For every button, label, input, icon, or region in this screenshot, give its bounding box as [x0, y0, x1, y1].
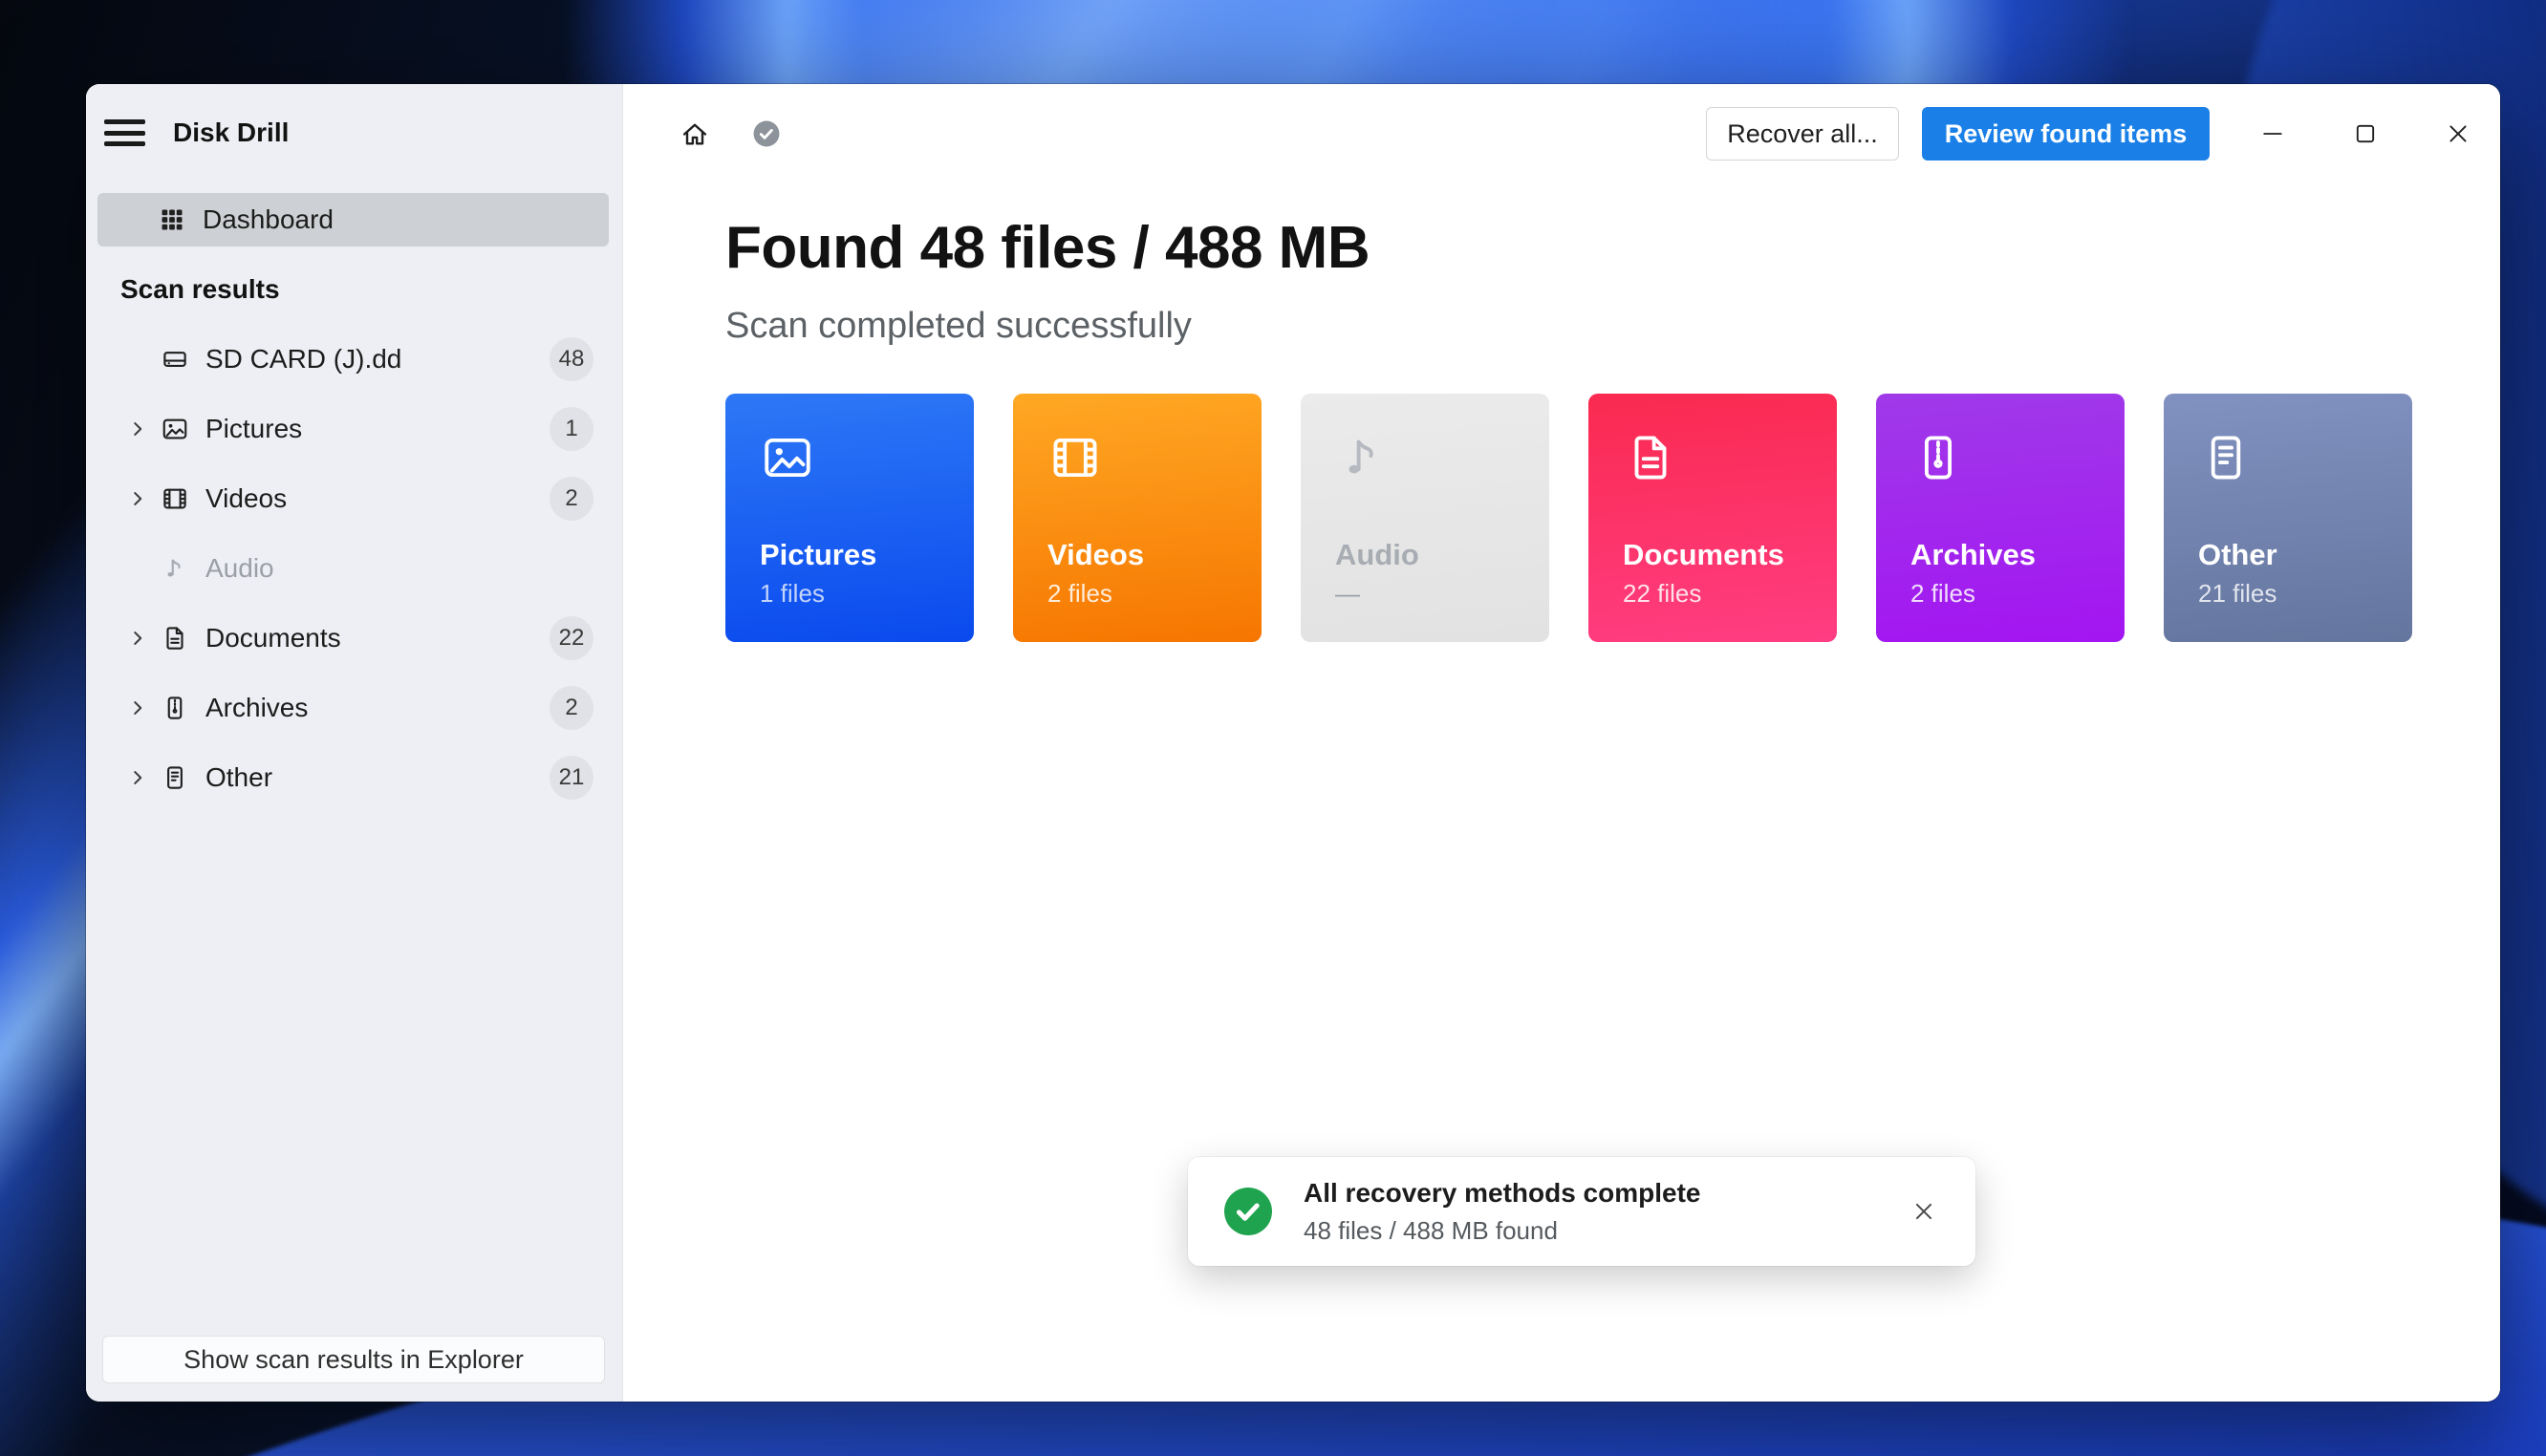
- show-in-explorer-button[interactable]: Show scan results in Explorer: [102, 1336, 605, 1383]
- card-count: 1 files: [760, 581, 939, 606]
- dashboard-grid-icon: [157, 204, 187, 235]
- sidebar-item-label: Audio: [205, 553, 274, 584]
- main-panel: Recover all... Review found items Found …: [623, 84, 2500, 1402]
- scan-results-list: SD CARD (J).dd 48 Pictures 1: [97, 330, 609, 818]
- sidebar-item-audio: Audio: [97, 539, 609, 598]
- toast-subtitle: 48 files / 488 MB found: [1304, 1216, 1700, 1246]
- disk-drill-window: Disk Drill Dashboard Scan results: [86, 84, 2500, 1402]
- documents-icon: [160, 623, 190, 653]
- card-title: Other: [2198, 539, 2378, 571]
- chevron-right-icon: [127, 767, 152, 788]
- chevron-right-icon: [127, 418, 152, 439]
- videos-icon: [1047, 430, 1103, 485]
- card-count: 2 files: [1047, 581, 1227, 606]
- sidebar-item-archives[interactable]: Archives 2: [97, 678, 609, 738]
- desktop: Disk Drill Dashboard Scan results: [0, 0, 2546, 1456]
- review-found-items-button[interactable]: Review found items: [1922, 107, 2210, 161]
- sidebar-item-videos[interactable]: Videos 2: [97, 469, 609, 528]
- count-badge: 48: [550, 337, 593, 381]
- page-title: Found 48 files / 488 MB: [725, 214, 1370, 282]
- card-videos[interactable]: Videos 2 files: [1013, 394, 1262, 642]
- card-count: 21 files: [2198, 581, 2378, 606]
- count-badge: 1: [550, 407, 593, 451]
- count-badge: 2: [550, 686, 593, 730]
- card-count: 22 files: [1623, 581, 1802, 606]
- pictures-icon: [760, 430, 815, 485]
- category-cards: Pictures 1 files Videos 2 files Audio: [725, 394, 2412, 642]
- scan-results-section-label: Scan results: [120, 274, 280, 305]
- chevron-right-icon: [127, 488, 152, 509]
- hamburger-menu-icon[interactable]: [104, 118, 145, 148]
- sidebar-item-other[interactable]: Other 21: [97, 748, 609, 807]
- chevron-right-icon: [127, 628, 152, 649]
- count-badge: 2: [550, 477, 593, 521]
- sidebar-item-label: Documents: [205, 623, 341, 653]
- card-count: 2 files: [1910, 581, 2090, 606]
- toast-title: All recovery methods complete: [1304, 1178, 1700, 1209]
- other-icon: [2198, 430, 2254, 485]
- scan-complete-step-icon[interactable]: [747, 115, 786, 153]
- sidebar-item-label: Archives: [205, 693, 308, 723]
- close-button[interactable]: [2439, 115, 2477, 153]
- sidebar-header: Disk Drill: [104, 116, 622, 150]
- card-title: Videos: [1047, 539, 1227, 571]
- videos-icon: [160, 483, 190, 514]
- count-badge: 22: [550, 616, 593, 660]
- archives-icon: [1910, 430, 1966, 485]
- toast-texts: All recovery methods complete 48 files /…: [1304, 1178, 1700, 1246]
- card-title: Archives: [1910, 539, 2090, 571]
- card-archives[interactable]: Archives 2 files: [1876, 394, 2125, 642]
- card-other[interactable]: Other 21 files: [2164, 394, 2412, 642]
- other-icon: [160, 762, 190, 793]
- count-badge: 21: [550, 756, 593, 800]
- drive-icon: [160, 344, 190, 375]
- sidebar-item-pictures[interactable]: Pictures 1: [97, 399, 609, 459]
- documents-icon: [1623, 430, 1678, 485]
- pictures-icon: [160, 414, 190, 444]
- sidebar-item-documents[interactable]: Documents 22: [97, 609, 609, 668]
- sidebar-item-sdcard[interactable]: SD CARD (J).dd 48: [97, 330, 609, 389]
- app-title: Disk Drill: [173, 118, 289, 148]
- chevron-right-icon: [127, 697, 152, 718]
- sidebar-item-label: Videos: [205, 483, 287, 514]
- archives-icon: [160, 693, 190, 723]
- maximize-button[interactable]: [2346, 115, 2384, 153]
- card-title: Audio: [1335, 539, 1515, 571]
- card-count: —: [1335, 581, 1515, 606]
- success-check-icon: [1224, 1188, 1272, 1235]
- minimize-button[interactable]: [2254, 115, 2292, 153]
- card-title: Documents: [1623, 539, 1802, 571]
- sidebar-item-dashboard[interactable]: Dashboard: [97, 193, 609, 246]
- page-subtitle: Scan completed successfully: [725, 306, 1192, 347]
- home-button[interactable]: [676, 116, 714, 154]
- toast-close-icon[interactable]: [1905, 1192, 1943, 1231]
- sidebar-item-label: SD CARD (J).dd: [205, 344, 401, 375]
- sidebar: Disk Drill Dashboard Scan results: [86, 84, 623, 1402]
- recover-all-button[interactable]: Recover all...: [1706, 107, 1899, 161]
- card-pictures[interactable]: Pictures 1 files: [725, 394, 974, 642]
- card-title: Pictures: [760, 539, 939, 571]
- audio-icon: [1335, 430, 1391, 485]
- sidebar-item-label: Dashboard: [203, 204, 334, 235]
- sidebar-item-label: Other: [205, 762, 272, 793]
- card-audio: Audio —: [1301, 394, 1549, 642]
- sidebar-item-label: Pictures: [205, 414, 302, 444]
- audio-icon: [160, 553, 190, 584]
- card-documents[interactable]: Documents 22 files: [1588, 394, 1837, 642]
- toast-notification: All recovery methods complete 48 files /…: [1188, 1157, 1975, 1266]
